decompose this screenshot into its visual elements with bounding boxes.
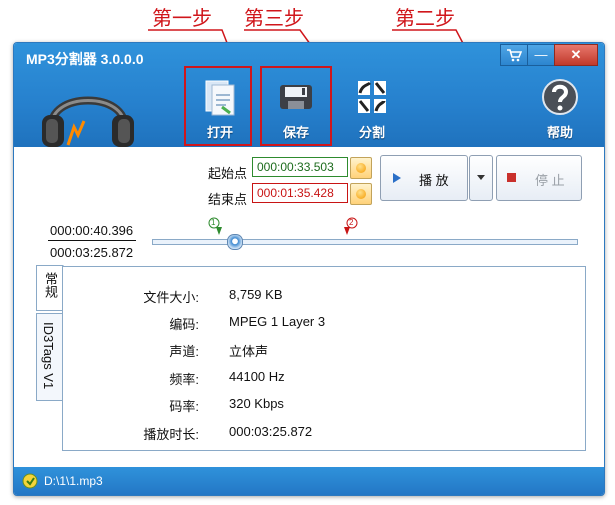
- current-time: 000:00:40.396: [50, 223, 134, 238]
- start-marker-number: 1: [211, 218, 216, 227]
- set-start-button[interactable]: [350, 157, 372, 179]
- close-button[interactable]: ✕: [554, 44, 598, 66]
- set-end-button[interactable]: [350, 183, 372, 205]
- info-value: 320 Kbps: [229, 396, 284, 411]
- play-button[interactable]: 播 放: [380, 155, 468, 201]
- info-row-channels: 声道: 立体声: [63, 341, 463, 361]
- general-info-panel: 文件大小: 8,759 KB 编码: MPEG 1 Layer 3 声道: 立体声 频…: [62, 266, 586, 451]
- info-value: 000:03:25.872: [229, 424, 313, 439]
- step3-highlight: [260, 66, 332, 146]
- split-icon: [358, 81, 386, 113]
- stop-label: 停 止: [535, 173, 565, 188]
- help-button[interactable]: 帮助: [532, 77, 588, 141]
- info-value: MPEG 1 Layer 3: [229, 314, 326, 329]
- file-path: D:\1\1.mp3: [44, 474, 103, 488]
- info-key: 文件大小:: [143, 290, 199, 305]
- end-label: 结束点: [208, 192, 248, 207]
- window-title: MP3分割器 3.0.0.0: [26, 51, 144, 67]
- info-row-frequency: 频率: 44100 Hz: [63, 369, 463, 389]
- slider-thumb[interactable]: [227, 234, 243, 250]
- info-key: 声道:: [169, 344, 199, 359]
- play-dropdown-button[interactable]: [469, 155, 493, 201]
- position-slider[interactable]: [152, 239, 578, 245]
- step1-callout: 第一步: [152, 6, 212, 30]
- cart-icon: [507, 49, 523, 62]
- step2-callout: 第二步: [395, 6, 455, 30]
- cart-button[interactable]: [500, 44, 528, 66]
- chevron-down-icon: [477, 175, 485, 180]
- info-key: 编码:: [169, 317, 199, 332]
- play-icon: [393, 173, 401, 183]
- info-value: 44100 Hz: [229, 369, 285, 384]
- help-label: 帮助: [546, 125, 573, 140]
- info-value: 8,759 KB: [229, 287, 283, 302]
- time-divider: [48, 240, 136, 241]
- split-button[interactable]: 分割: [344, 77, 400, 141]
- step1-highlight: [184, 66, 252, 146]
- status-bar: D:\1\1.mp3: [14, 467, 604, 495]
- info-row-size: 文件大小: 8,759 KB: [63, 287, 463, 307]
- step3-callout: 第三步: [244, 6, 304, 30]
- info-key: 码率:: [169, 399, 199, 414]
- start-time-field[interactable]: 000:00:33.503: [252, 157, 348, 177]
- stop-icon: [507, 173, 516, 182]
- info-key: 播放时长:: [143, 427, 199, 442]
- info-row-codec: 编码: MPEG 1 Layer 3: [63, 314, 463, 334]
- main-panel: 起始点 000:00:33.503 结束点 000:01:35.428 播 放 …: [14, 147, 604, 467]
- total-time: 000:03:25.872: [50, 245, 134, 260]
- end-time-field[interactable]: 000:01:35.428: [252, 183, 348, 203]
- tab-general-label: 常规: [43, 272, 58, 298]
- minimize-button[interactable]: —: [527, 44, 555, 66]
- info-row-duration: 播放时长: 000:03:25.872: [63, 424, 463, 444]
- app-window: MP3分割器 3.0.0.0 — ✕ 打开 保存 分割 帮助 起始点 000:0…: [13, 42, 605, 496]
- info-key: 频率:: [169, 372, 199, 387]
- info-value: 立体声: [229, 344, 269, 359]
- end-marker-number: 2: [349, 218, 354, 227]
- info-row-bitrate: 码率: 320 Kbps: [63, 396, 463, 416]
- start-label: 起始点: [208, 166, 248, 181]
- file-status-icon: [22, 473, 38, 489]
- help-icon: [542, 79, 578, 115]
- stop-button[interactable]: 停 止: [496, 155, 582, 201]
- tab-id3tags[interactable]: ID3Tags V1: [36, 313, 64, 401]
- split-label: 分割: [358, 125, 385, 140]
- tab-id3tags-label: ID3Tags V1: [41, 322, 56, 390]
- tab-general[interactable]: 常规: [36, 265, 64, 311]
- headphones-logo-icon: [42, 96, 134, 147]
- play-label: 播 放: [419, 173, 449, 188]
